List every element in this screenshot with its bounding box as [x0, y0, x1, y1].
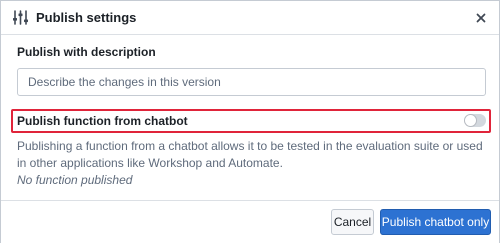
function-status-text: No function published — [17, 173, 133, 187]
publish-chatbot-only-button[interactable]: Publish chatbot only — [380, 209, 491, 235]
publish-function-label: Publish function from chatbot — [17, 114, 188, 128]
dialog-header: Publish settings — [1, 1, 499, 35]
description-label: Publish with description — [17, 45, 156, 59]
publish-function-help-text: Publishing a function from a chatbot all… — [17, 139, 483, 170]
close-button[interactable] — [471, 8, 491, 28]
toggle-knob — [465, 115, 476, 126]
settings-sliders-icon — [12, 9, 29, 26]
publish-settings-dialog: Publish settings Publish with descriptio… — [0, 0, 500, 243]
dialog-title: Publish settings — [36, 10, 137, 25]
close-icon — [476, 13, 486, 23]
cancel-button[interactable]: Cancel — [331, 209, 374, 235]
publish-function-toggle[interactable] — [464, 114, 486, 127]
description-input[interactable] — [17, 68, 486, 96]
dialog-footer: Cancel Publish chatbot only — [1, 200, 499, 243]
